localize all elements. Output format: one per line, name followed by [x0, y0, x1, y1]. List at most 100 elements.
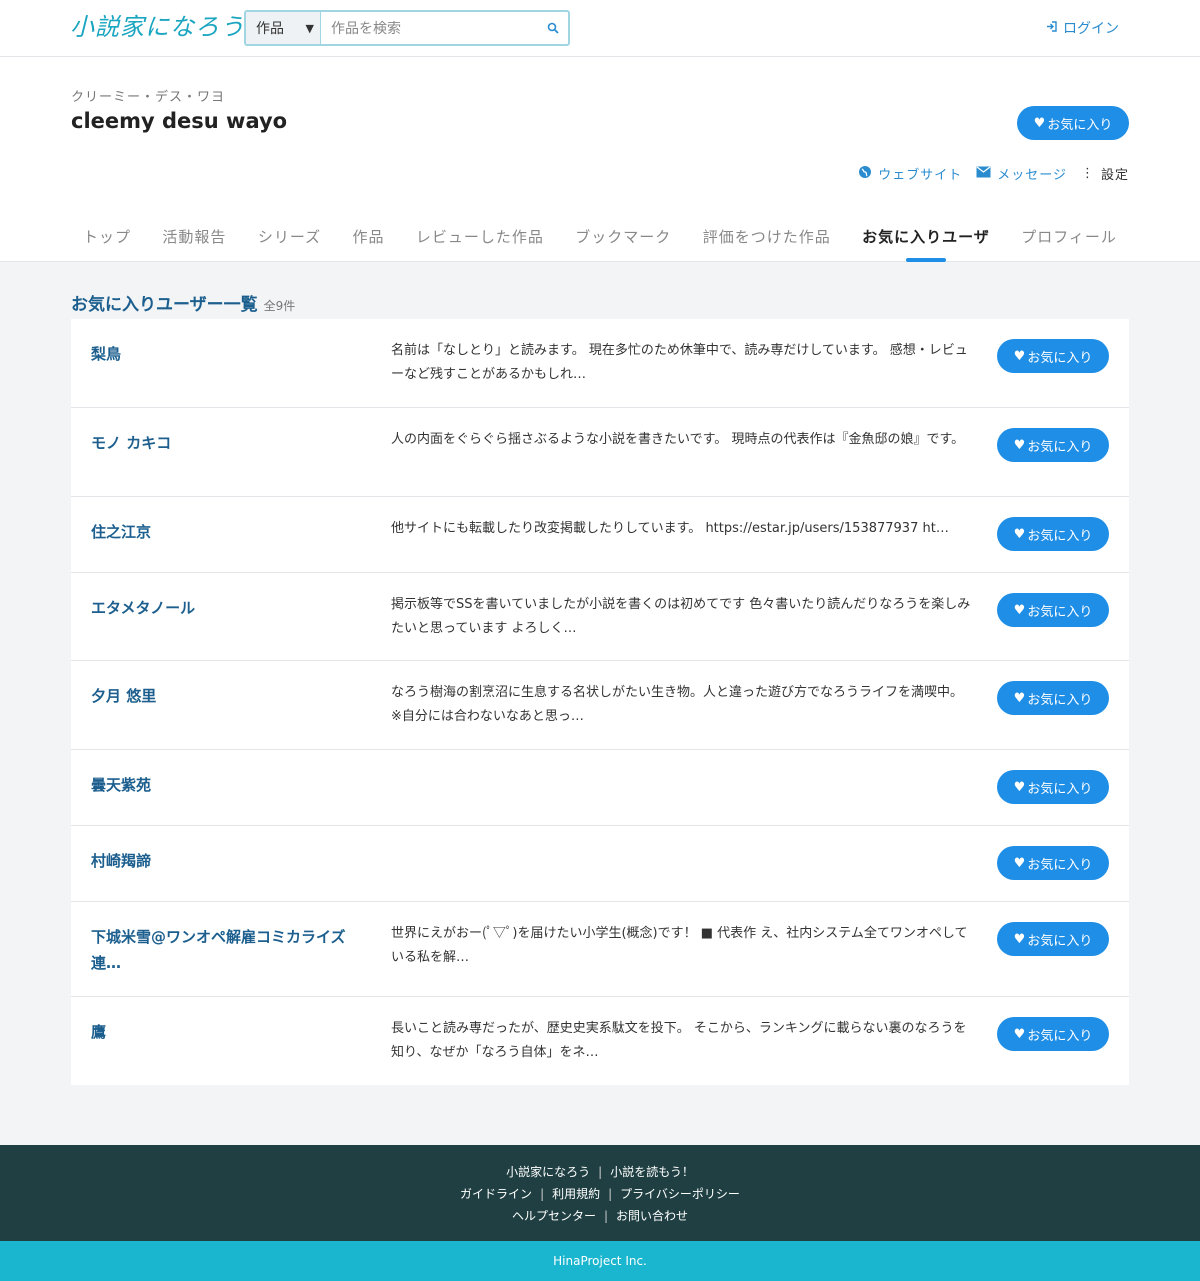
site-logo[interactable]: 小説家になろう — [70, 10, 245, 44]
user-link[interactable]: モノ カキコ — [91, 430, 371, 456]
user-link[interactable]: エタメタノール — [91, 595, 371, 621]
footer-line: ヘルプセンター | お問い合わせ — [0, 1205, 1200, 1227]
user-name: cleemy desu wayo — [71, 109, 288, 133]
search-input[interactable]: 作品を検索 — [321, 12, 538, 44]
heart-icon: ♥ — [1013, 931, 1026, 947]
favorite-label: お気に入り — [1027, 350, 1093, 366]
website-label: ウェブサイト — [878, 168, 963, 183]
heart-icon: ♥ — [1013, 437, 1026, 453]
tab-activity[interactable]: 活動報告 — [162, 217, 226, 262]
settings-label: 設定 — [1100, 168, 1129, 183]
tab-works[interactable]: 作品 — [352, 217, 384, 262]
user-link[interactable]: 夕月 悠里 — [91, 683, 371, 709]
heart-icon: ♥ — [1013, 690, 1026, 706]
login-label: ログイン — [1063, 21, 1119, 37]
user-description: 人の内面をぐらぐら揺さぶるような小説を書きたいです。 現時点の代表作は『金魚邸の… — [391, 432, 965, 447]
user-kana: クリーミー・デス・ワヨ — [71, 90, 226, 105]
heart-icon: ♥ — [1013, 348, 1026, 364]
section-title: お気に入りユーザー一覧 全9件 — [71, 290, 295, 315]
more-vertical-icon: ⋮ — [1080, 166, 1095, 181]
divider: | — [608, 1187, 613, 1201]
site-footer: 小説家になろう | 小説を読もう！ ガイドライン | 利用規約 | プライバシーポリシー ヘ… — [0, 1145, 1200, 1241]
message-link[interactable]: メッセージ — [976, 164, 1067, 183]
tab-rated[interactable]: 評価をつけた作品 — [703, 217, 831, 262]
footer-line: ガイドライン | 利用規約 | プライバシーポリシー — [0, 1183, 1200, 1205]
heart-icon: ♥ — [1013, 855, 1026, 871]
list-item: 住之江京 他サイトにも転載したり改変掲載したりしています。 https://es… — [71, 497, 1129, 573]
tab-series[interactable]: シリーズ — [258, 217, 321, 262]
message-label: メッセージ — [997, 168, 1067, 183]
list-item: 村崎羯諦 ♥ お気に入り — [71, 826, 1129, 902]
footer-link-contact[interactable]: お問い合わせ — [616, 1209, 688, 1223]
footer-link-home[interactable]: 小説家になろう — [506, 1165, 590, 1179]
tab-reviewed[interactable]: レビューした作品 — [416, 217, 544, 262]
user-description: なろう樹海の割烹沼に生息する名状しがたい生き物。人と違った遊び方でなろうライフを… — [391, 685, 964, 724]
divider: | — [598, 1165, 603, 1179]
tab-favorite-users[interactable]: お気に入りユーザ — [862, 217, 990, 262]
user-description: 名前は「なしとり」と読みます。 現在多忙のため休筆中で、読み専だけしています。 … — [391, 343, 968, 382]
favorite-button[interactable]: ♥ お気に入り — [997, 339, 1109, 373]
heart-icon: ♥ — [1013, 526, 1026, 542]
favorite-button[interactable]: ♥ お気に入り — [997, 922, 1109, 956]
favorite-label: お気に入り — [1027, 1028, 1093, 1044]
favorite-label: お気に入り — [1027, 528, 1093, 544]
favorite-button[interactable]: ♥ お気に入り — [997, 593, 1109, 627]
user-link[interactable]: 鷹 — [91, 1019, 371, 1045]
favorite-button[interactable]: ♥ お気に入り — [997, 517, 1109, 551]
search-bar: 作品 ▼ 作品を検索 — [244, 10, 570, 46]
favorite-button[interactable]: ♥ お気に入り — [997, 1017, 1109, 1051]
profile-header: クリーミー・デス・ワヨ cleemy desu wayo ♥ お気に入り ウェブ… — [0, 57, 1200, 262]
user-description: 世界にえがおー(ﾟ▽ﾟ)を届けたい小学生(概念)です！ ■ 代表作 え、社内シス… — [391, 926, 968, 965]
user-link[interactable]: 住之江京 — [91, 519, 371, 545]
favorite-button[interactable]: ♥ お気に入り — [997, 770, 1109, 804]
divider: | — [603, 1209, 609, 1223]
tab-bookmarks[interactable]: ブックマーク — [575, 217, 671, 262]
footer-link-guideline[interactable]: ガイドライン — [460, 1187, 532, 1201]
footer-link-terms[interactable]: 利用規約 — [552, 1187, 600, 1201]
list-item: 曇天紫苑 ♥ お気に入り — [71, 750, 1129, 826]
user-description: 他サイトにも転載したり改変掲載したりしています。 https://estar.j… — [391, 521, 949, 536]
favorite-label: お気に入り — [1027, 933, 1093, 949]
tab-profile[interactable]: プロフィール — [1021, 217, 1117, 262]
user-link[interactable]: 曇天紫苑 — [91, 772, 371, 798]
footer-link-privacy[interactable]: プライバシーポリシー — [620, 1187, 740, 1201]
search-type-select[interactable]: 作品 ▼ — [246, 12, 321, 44]
favorite-button[interactable]: ♥ お気に入り — [997, 681, 1109, 715]
footer-link-help[interactable]: ヘルプセンター — [512, 1209, 596, 1223]
divider: | — [540, 1187, 545, 1201]
login-icon — [1046, 20, 1057, 36]
login-link[interactable]: ログイン — [1046, 18, 1119, 38]
profile-tabs: トップ 活動報告 シリーズ 作品 レビューした作品 ブックマーク 評価をつけた作… — [71, 217, 1129, 262]
heart-icon: ♥ — [1013, 602, 1026, 618]
favorite-button[interactable]: ♥ お気に入り — [997, 428, 1109, 462]
favorite-button[interactable]: ♥ お気に入り — [997, 846, 1109, 880]
profile-links: ウェブサイト メッセージ ⋮ 設定 — [858, 164, 1129, 183]
search-type-label: 作品 — [256, 21, 284, 37]
search-icon[interactable] — [538, 12, 568, 44]
copyright: HinaProject Inc. — [0, 1241, 1200, 1281]
favorite-user-list: 梨鳥 名前は「なしとり」と読みます。 現在多忙のため休筆中で、読み専だけしていま… — [71, 319, 1129, 1085]
heart-icon: ♥ — [1013, 1026, 1026, 1042]
heart-icon: ♥ — [1033, 115, 1046, 131]
user-link[interactable]: 村崎羯諦 — [91, 848, 371, 874]
list-item: 鷹 長いこと読み専だったが、歴史史実系駄文を投下。 そこから、ランキングに載らな… — [71, 997, 1129, 1085]
favorite-label: お気に入り — [1027, 604, 1093, 620]
favorite-label: お気に入り — [1027, 857, 1093, 873]
footer-link-read[interactable]: 小説を読もう！ — [610, 1165, 694, 1179]
tab-top[interactable]: トップ — [83, 217, 131, 262]
settings-menu[interactable]: ⋮ 設定 — [1081, 164, 1129, 183]
favorite-user-button[interactable]: ♥ お気に入り — [1017, 106, 1129, 140]
favorite-label: お気に入り — [1027, 439, 1093, 455]
list-heading: お気に入りユーザー一覧 — [71, 295, 258, 315]
globe-icon — [858, 165, 872, 183]
chevron-down-icon: ▼ — [305, 21, 314, 35]
list-item: 夕月 悠里 なろう樹海の割烹沼に生息する名状しがたい生き物。人と違った遊び方でな… — [71, 661, 1129, 750]
user-link[interactable]: 下城米雪@ワンオペ解雇コミカライズ連… — [91, 924, 371, 976]
list-count: 全9件 — [263, 299, 296, 313]
user-description: 長いこと読み専だったが、歴史史実系駄文を投下。 そこから、ランキングに載らない裏… — [391, 1021, 967, 1060]
list-item: 梨鳥 名前は「なしとり」と読みます。 現在多忙のため休筆中で、読み専だけしていま… — [71, 319, 1129, 408]
user-description: 掲示板等でSSを書いていましたが小説を書くのは初めてです 色々書いたり読んだりな… — [391, 597, 971, 636]
top-header: 小説家になろう 作品 ▼ 作品を検索 ログイン — [0, 0, 1200, 57]
user-link[interactable]: 梨鳥 — [91, 341, 371, 367]
website-link[interactable]: ウェブサイト — [858, 164, 962, 183]
